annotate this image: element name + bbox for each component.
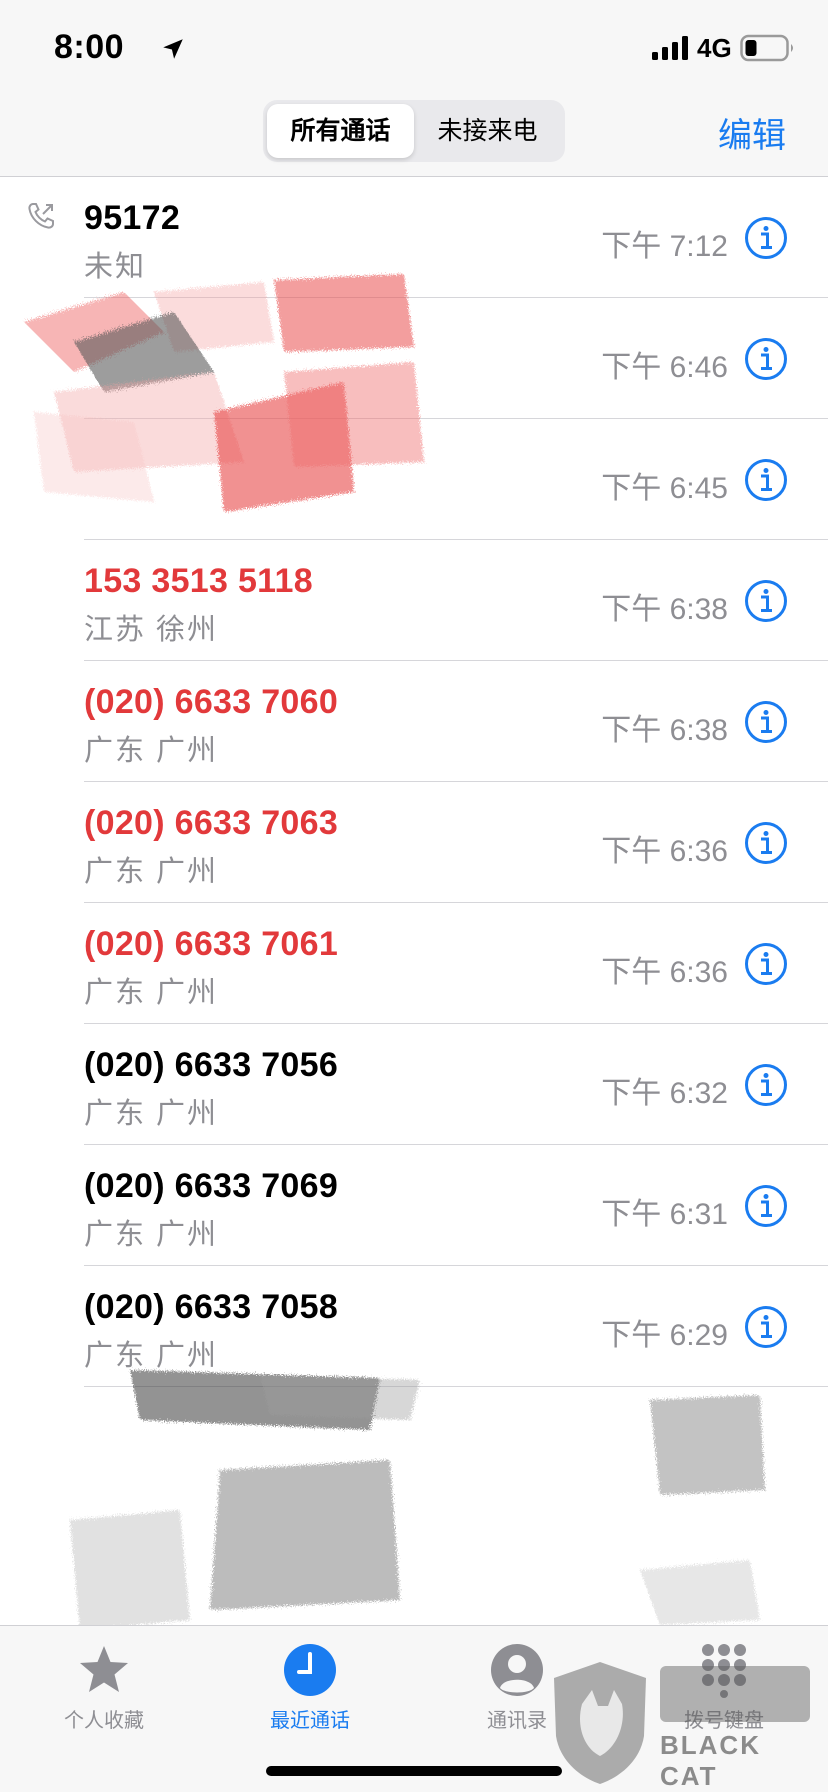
info-icon[interactable] [744, 700, 788, 744]
status-time: 8:00 [54, 28, 125, 66]
home-indicator [266, 1766, 562, 1776]
call-filter-segmented-control: 所有通话 未接来电 [263, 100, 565, 162]
tab-bar: 个人收藏 最近通话 通讯录 拨号键盘 [0, 1625, 828, 1792]
call-time: 下午 6:36 [601, 956, 728, 989]
call-row[interactable]: 153 3513 5118 江苏 徐州 下午 6:38 [0, 540, 828, 661]
edit-button[interactable]: 编辑 [718, 108, 786, 157]
tab-label: 通讯录 [487, 1710, 547, 1732]
tab-favorites[interactable]: 个人收藏 [24, 1642, 184, 1733]
info-icon[interactable] [744, 821, 788, 865]
nav-bar: 所有通话 未接来电 编辑 [0, 96, 828, 177]
battery-icon [740, 34, 793, 62]
caller-number: (020) 6633 7061 [84, 925, 339, 963]
tab-keypad[interactable]: 拨号键盘 [644, 1642, 804, 1733]
caller-location: 广东 广州 [84, 1098, 219, 1130]
status-bar: 8:00 4G [0, 0, 828, 96]
caller-number: (020) 6633 7056 [84, 1046, 339, 1084]
call-row[interactable]: 下午 6:46 [0, 298, 828, 419]
network-type: 4G [697, 33, 732, 63]
info-icon[interactable] [744, 458, 788, 502]
info-icon[interactable] [744, 1305, 788, 1349]
caller-location: 江苏 徐州 [84, 614, 219, 646]
call-time: 下午 6:31 [601, 1198, 728, 1231]
info-icon[interactable] [744, 1184, 788, 1228]
call-row[interactable]: (020) 6633 7056 广东 广州 下午 6:32 [0, 1024, 828, 1145]
location-arrow-icon [163, 39, 183, 59]
caller-number: 153 3513 5118 [84, 562, 313, 600]
tab-recents[interactable]: 最近通话 [230, 1642, 390, 1733]
segment-missed-calls[interactable]: 未接来电 [414, 104, 561, 158]
call-time: 下午 6:46 [601, 351, 728, 384]
gray-redaction-scribble [70, 1370, 765, 1630]
caller-number: (020) 6633 7063 [84, 804, 339, 842]
outgoing-call-icon [28, 203, 54, 229]
info-icon[interactable] [744, 216, 788, 260]
caller-location: 广东 广州 [84, 735, 219, 767]
caller-location: 广东 广州 [84, 1340, 219, 1372]
tab-contacts[interactable]: 通讯录 [437, 1642, 597, 1733]
tab-label: 拨号键盘 [684, 1710, 764, 1732]
caller-location: 未知 [84, 251, 147, 283]
caller-location: 广东 广州 [84, 1219, 219, 1251]
call-time: 下午 6:45 [601, 472, 728, 505]
call-row[interactable]: (020) 6633 7060 广东 广州 下午 6:38 [0, 661, 828, 782]
info-icon[interactable] [744, 942, 788, 986]
clock-icon [284, 1644, 336, 1696]
caller-number: (020) 6633 7060 [84, 683, 339, 721]
recent-calls-list: 95172 未知 下午 7:12 下午 6:46 下午 6:45 153 351… [0, 177, 828, 1387]
call-time: 下午 6:38 [601, 593, 728, 626]
caller-location: 广东 广州 [84, 856, 219, 888]
row-separator [84, 1386, 828, 1387]
caller-location: 广东 广州 [84, 977, 219, 1009]
call-time: 下午 6:38 [601, 714, 728, 747]
call-time: 下午 6:36 [601, 835, 728, 868]
caller-number: (020) 6633 7058 [84, 1288, 339, 1326]
caller-number: 95172 [84, 199, 181, 237]
tab-label: 最近通话 [270, 1710, 350, 1732]
call-time: 下午 6:29 [601, 1319, 728, 1352]
tab-label: 个人收藏 [64, 1710, 144, 1732]
call-row[interactable]: (020) 6633 7069 广东 广州 下午 6:31 [0, 1145, 828, 1266]
signal-strength-icon [652, 36, 688, 60]
call-row[interactable]: (020) 6633 7063 广东 广州 下午 6:36 [0, 782, 828, 903]
call-row[interactable]: 95172 未知 下午 7:12 [0, 177, 828, 298]
call-row[interactable]: (020) 6633 7058 广东 广州 下午 6:29 [0, 1266, 828, 1387]
info-icon[interactable] [744, 337, 788, 381]
segment-all-calls[interactable]: 所有通话 [267, 104, 414, 158]
call-time: 下午 7:12 [601, 230, 728, 263]
call-row[interactable]: 下午 6:45 [0, 419, 828, 540]
person-icon [491, 1644, 543, 1696]
info-icon[interactable] [744, 579, 788, 623]
call-time: 下午 6:32 [601, 1077, 728, 1110]
recents-screen: 8:00 4G 所有通话 未接来电 编辑 95172 未知 下午 7:12 下午… [0, 0, 828, 1792]
keypad-icon [702, 1644, 746, 1698]
caller-number: (020) 6633 7069 [84, 1167, 339, 1205]
star-icon [80, 1646, 128, 1692]
call-row[interactable]: (020) 6633 7061 广东 广州 下午 6:36 [0, 903, 828, 1024]
info-icon[interactable] [744, 1063, 788, 1107]
